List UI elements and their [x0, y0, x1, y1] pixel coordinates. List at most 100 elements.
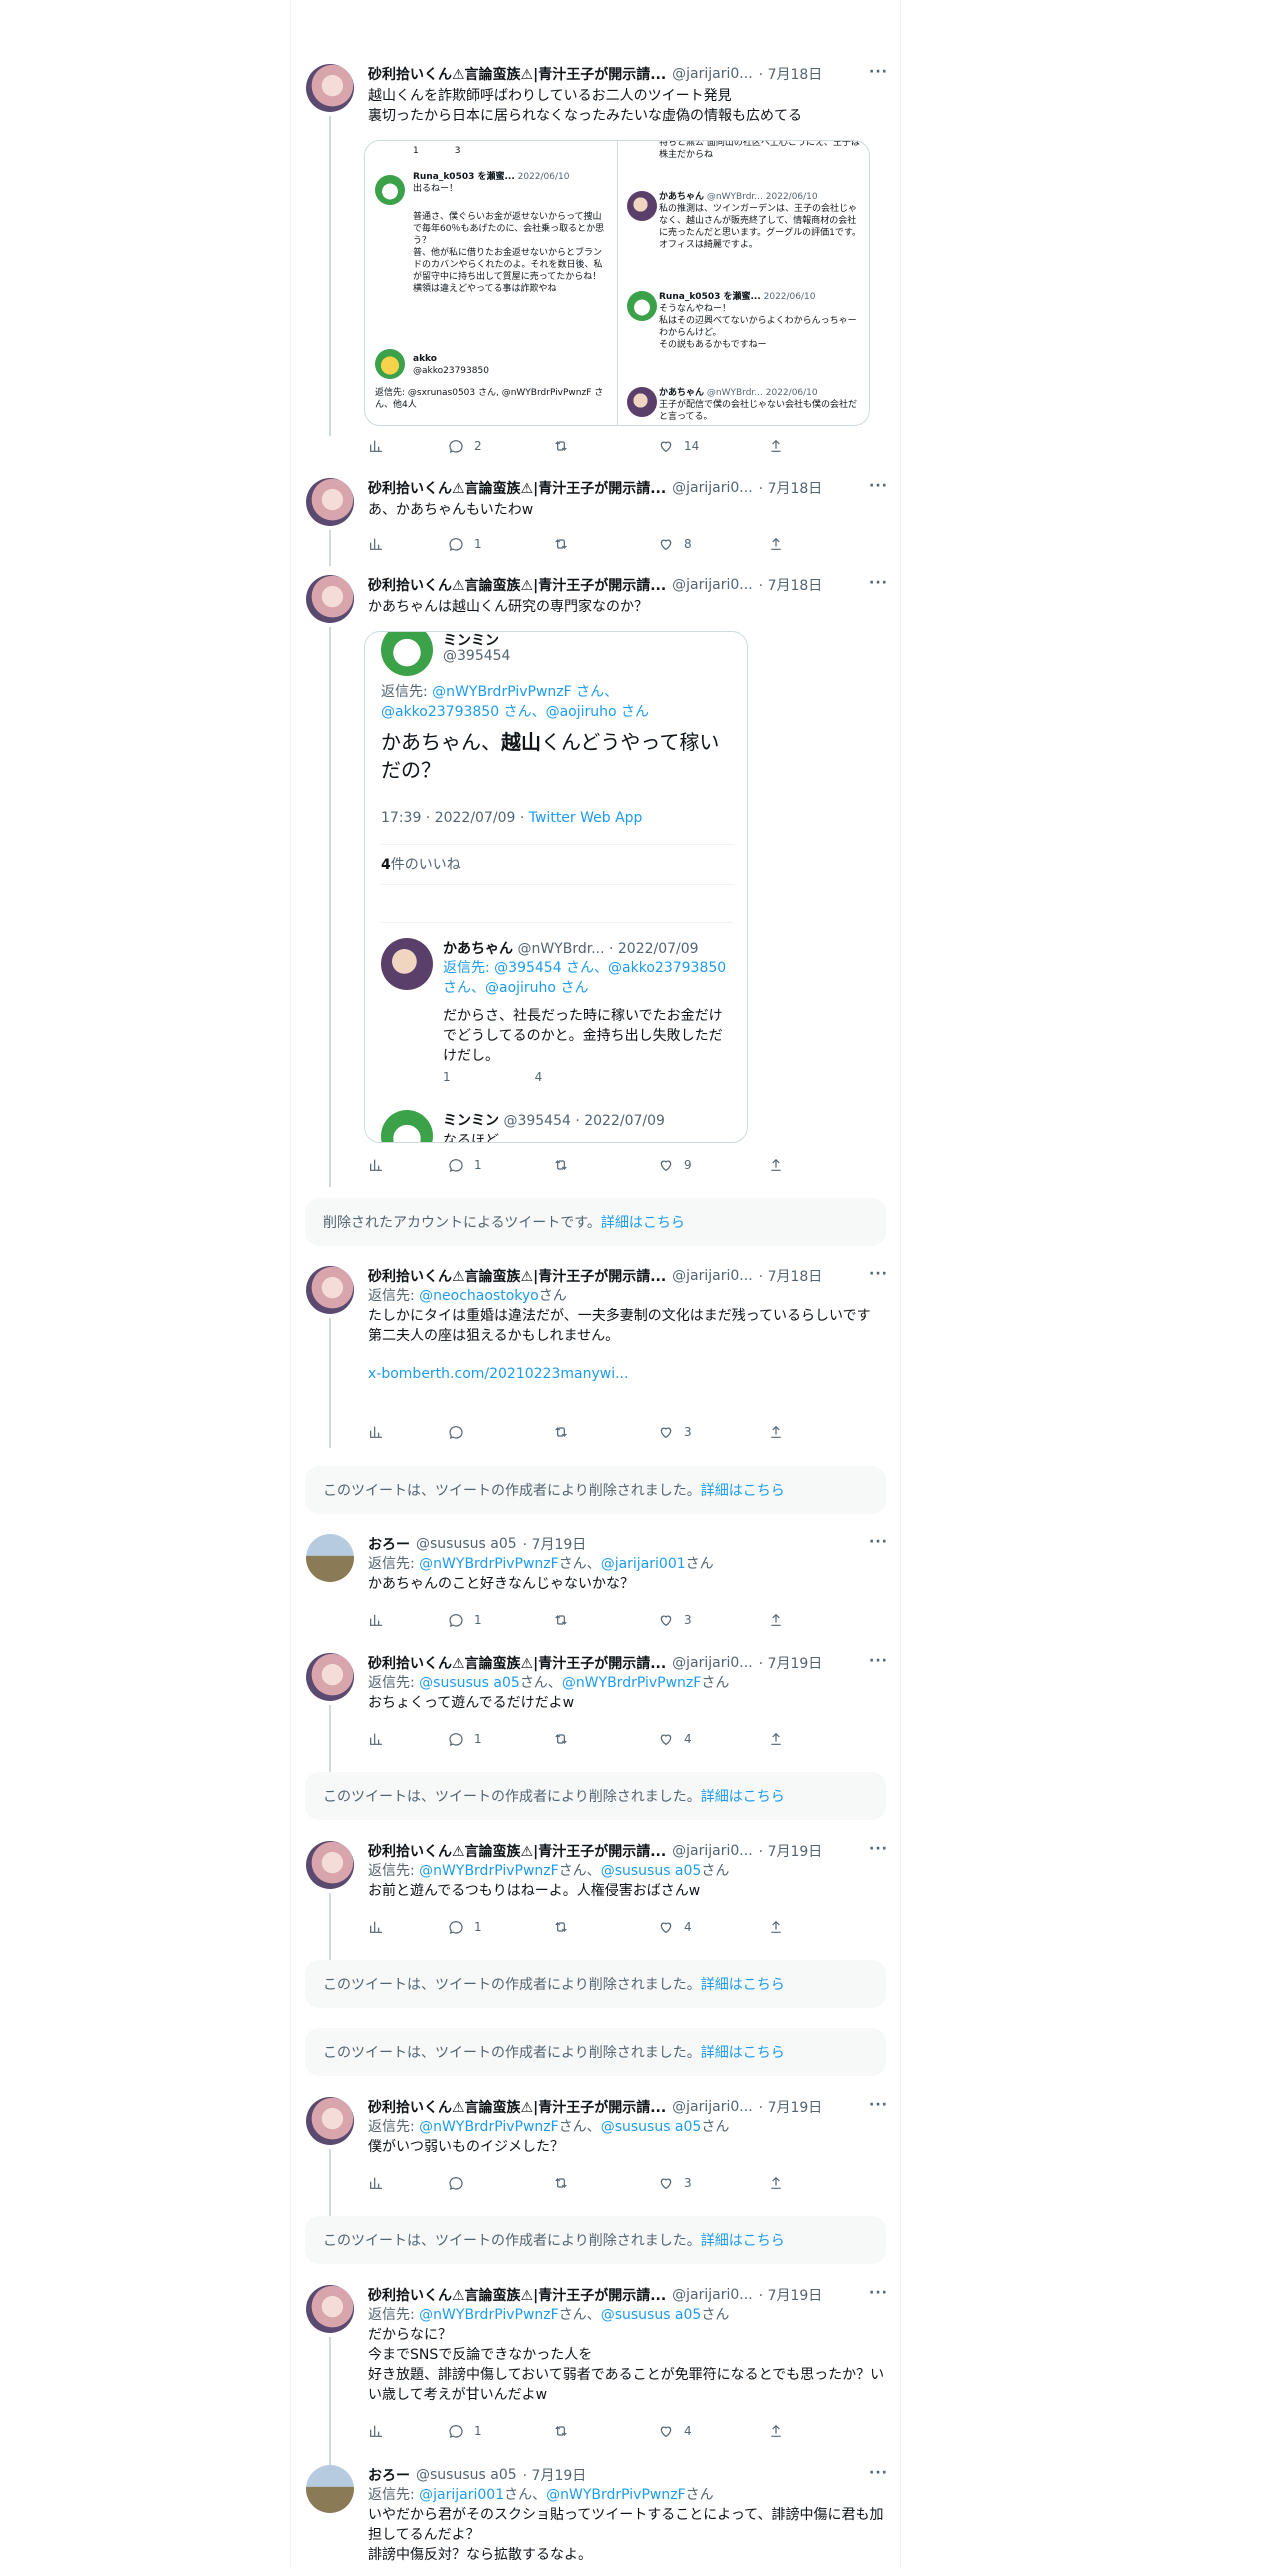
- more-icon[interactable]: ···: [869, 2285, 888, 2301]
- retweet-button[interactable]: [553, 1612, 579, 1628]
- more-icon[interactable]: ···: [869, 2097, 888, 2113]
- handle[interactable]: @jarijari0...: [672, 1268, 753, 1284]
- retweet-button[interactable]: [553, 1731, 579, 1747]
- screenshot-image[interactable]: ミンミン @395454 返信先: @nWYBrdrPivPwnzF さん、@a…: [364, 631, 748, 1143]
- share-button[interactable]: [768, 2175, 784, 2191]
- details-link[interactable]: 詳細はこちら: [601, 1212, 685, 1232]
- timestamp[interactable]: · 7月19日: [759, 2097, 823, 2117]
- like-button[interactable]: 3: [658, 1612, 692, 1628]
- handle[interactable]: @jarijari0...: [672, 2287, 753, 2303]
- share-button[interactable]: [768, 1612, 784, 1628]
- timestamp[interactable]: · 7月18日: [759, 478, 823, 498]
- share-button[interactable]: [768, 1731, 784, 1747]
- analytics-button[interactable]: [368, 1731, 384, 1747]
- timestamp[interactable]: · 7月19日: [759, 2285, 823, 2305]
- handle[interactable]: @jarijari0...: [672, 1843, 753, 1859]
- handle[interactable]: @jarijari0...: [672, 480, 753, 496]
- timestamp[interactable]: · 7月18日: [759, 1266, 823, 1286]
- reply-button[interactable]: 1: [448, 1919, 482, 1935]
- handle[interactable]: @jarijari0...: [672, 577, 753, 593]
- tweet[interactable]: 砂利拾いくん⚠言論蛮族⚠|青汁王子が開示請... @jarijari0... ·…: [291, 1653, 902, 1815]
- avatar[interactable]: [306, 2285, 354, 2333]
- share-button[interactable]: [768, 1157, 784, 1173]
- analytics-button[interactable]: [368, 536, 384, 552]
- details-link[interactable]: 詳細はこちら: [701, 1974, 785, 1994]
- screenshot-image[interactable]: 1 3 Runa_k0503 を瀬蜜... 2022/06/10 出るねー！ 普…: [364, 140, 870, 426]
- avatar[interactable]: [306, 1653, 354, 1701]
- details-link[interactable]: 詳細はこちら: [701, 2042, 785, 2062]
- reply-button[interactable]: 1: [448, 1157, 482, 1173]
- display-name[interactable]: 砂利拾いくん⚠言論蛮族⚠|青汁王子が開示請...: [368, 478, 666, 498]
- reply-button[interactable]: [448, 2175, 474, 2191]
- retweet-button[interactable]: [553, 1919, 579, 1935]
- like-button[interactable]: 14: [658, 438, 699, 454]
- timestamp[interactable]: · 7月18日: [759, 575, 823, 595]
- avatar[interactable]: [306, 1841, 354, 1889]
- retweet-button[interactable]: [553, 536, 579, 552]
- tweet[interactable]: 砂利拾いくん⚠言論蛮族⚠|青汁王子が開示請... @jarijari0... ·…: [291, 64, 902, 453]
- analytics-button[interactable]: [368, 438, 384, 454]
- avatar[interactable]: [306, 1266, 354, 1314]
- analytics-button[interactable]: [368, 1612, 384, 1628]
- timestamp[interactable]: · 7月19日: [523, 2465, 587, 2485]
- avatar[interactable]: [306, 2097, 354, 2145]
- share-button[interactable]: [768, 1919, 784, 1935]
- handle[interactable]: @sususus a05: [416, 1536, 517, 1552]
- like-button[interactable]: 8: [658, 536, 692, 552]
- display-name[interactable]: おろー: [368, 2465, 410, 2485]
- external-link[interactable]: x-bomberth.com/20210223manywi...: [368, 1364, 888, 1384]
- reply-button[interactable]: 1: [448, 1612, 482, 1628]
- display-name[interactable]: 砂利拾いくん⚠言論蛮族⚠|青汁王子が開示請...: [368, 2097, 666, 2117]
- reply-button[interactable]: [448, 1424, 474, 1440]
- share-button[interactable]: [768, 536, 784, 552]
- analytics-button[interactable]: [368, 1424, 384, 1440]
- timestamp[interactable]: · 7月19日: [523, 1534, 587, 1554]
- retweet-button[interactable]: [553, 438, 579, 454]
- display-name[interactable]: 砂利拾いくん⚠言論蛮族⚠|青汁王子が開示請...: [368, 1841, 666, 1861]
- analytics-button[interactable]: [368, 1157, 384, 1173]
- more-icon[interactable]: ···: [869, 1653, 888, 1669]
- more-icon[interactable]: ···: [869, 1534, 888, 1550]
- more-icon[interactable]: ···: [869, 2465, 888, 2481]
- share-button[interactable]: [768, 2423, 784, 2439]
- handle[interactable]: @jarijari0...: [672, 66, 753, 82]
- tweet[interactable]: 砂利拾いくん⚠言論蛮族⚠|青汁王子が開示請... @jarijari0... ·…: [291, 1841, 902, 2003]
- timestamp[interactable]: · 7月19日: [759, 1653, 823, 1673]
- retweet-button[interactable]: [553, 1157, 579, 1173]
- handle[interactable]: @sususus a05: [416, 2467, 517, 2483]
- like-button[interactable]: 4: [658, 1919, 692, 1935]
- tweet[interactable]: おろー @sususus a05 · 7月19日 ··· 返信先: @jarij…: [291, 2465, 902, 2568]
- tweet[interactable]: 砂利拾いくん⚠言論蛮族⚠|青汁王子が開示請... @jarijari0... ·…: [291, 478, 902, 566]
- avatar[interactable]: [306, 64, 354, 112]
- like-button[interactable]: 4: [658, 2423, 692, 2439]
- avatar[interactable]: [306, 1534, 354, 1582]
- tweet[interactable]: 砂利拾いくん⚠言論蛮族⚠|青汁王子が開示請... @jarijari0... ·…: [291, 2097, 902, 2259]
- timestamp[interactable]: · 7月19日: [759, 1841, 823, 1861]
- more-icon[interactable]: ···: [869, 575, 888, 591]
- share-button[interactable]: [768, 438, 784, 454]
- share-button[interactable]: [768, 1424, 784, 1440]
- avatar[interactable]: [306, 575, 354, 623]
- details-link[interactable]: 詳細はこちら: [701, 1786, 785, 1806]
- tweet[interactable]: おろー @sususus a05 · 7月19日 ··· 返信先: @nWYBr…: [291, 1534, 902, 1644]
- display-name[interactable]: おろー: [368, 1534, 410, 1554]
- reply-button[interactable]: 1: [448, 536, 482, 552]
- like-button[interactable]: 3: [658, 2175, 692, 2191]
- like-button[interactable]: 4: [658, 1731, 692, 1747]
- details-link[interactable]: 詳細はこちら: [701, 2230, 785, 2250]
- details-link[interactable]: 詳細はこちら: [701, 1480, 785, 1500]
- display-name[interactable]: 砂利拾いくん⚠言論蛮族⚠|青汁王子が開示請...: [368, 2285, 666, 2305]
- reply-button[interactable]: 1: [448, 1731, 482, 1747]
- analytics-button[interactable]: [368, 2175, 384, 2191]
- display-name[interactable]: 砂利拾いくん⚠言論蛮族⚠|青汁王子が開示請...: [368, 64, 666, 84]
- more-icon[interactable]: ···: [869, 478, 888, 494]
- like-button[interactable]: 3: [658, 1424, 692, 1440]
- more-icon[interactable]: ···: [869, 64, 888, 80]
- more-icon[interactable]: ···: [869, 1841, 888, 1857]
- tweet[interactable]: 砂利拾いくん⚠言論蛮族⚠|青汁王子が開示請... @jarijari0... ·…: [291, 575, 902, 1187]
- more-icon[interactable]: ···: [869, 1266, 888, 1282]
- tweet[interactable]: 砂利拾いくん⚠言論蛮族⚠|青汁王子が開示請... @jarijari0... ·…: [291, 2285, 902, 2507]
- like-button[interactable]: 9: [658, 1157, 692, 1173]
- analytics-button[interactable]: [368, 2423, 384, 2439]
- timestamp[interactable]: · 7月18日: [759, 64, 823, 84]
